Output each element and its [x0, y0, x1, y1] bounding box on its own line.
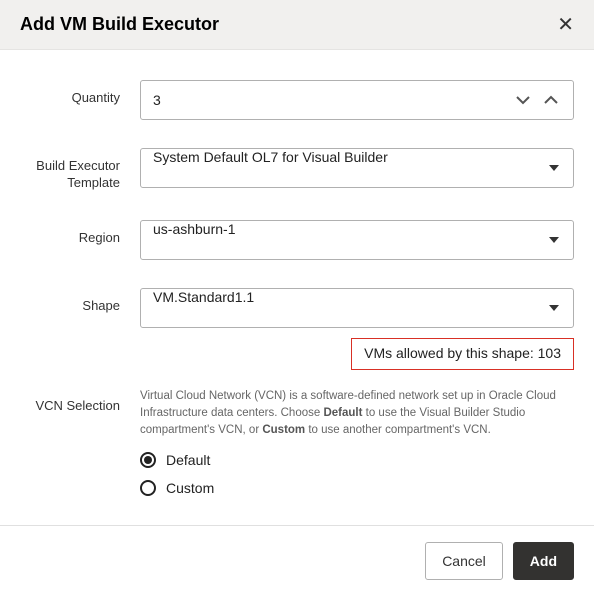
shape-label: Shape	[20, 288, 140, 315]
shape-dropdown[interactable]: VM.Standard1.1	[140, 288, 574, 328]
radio-checked-icon	[140, 452, 156, 468]
region-value: us-ashburn-1	[141, 221, 549, 259]
dialog-body: Quantity Build Executor Template System …	[0, 50, 594, 534]
quantity-label: Quantity	[20, 80, 140, 107]
vcn-radio-group: Default Custom	[140, 452, 574, 496]
close-icon: ✕	[557, 14, 574, 36]
quantity-increase-button[interactable]	[543, 95, 559, 105]
dialog-footer: Cancel Add	[0, 525, 594, 596]
vms-allowed-text: VMs allowed by this shape: 103	[364, 345, 561, 361]
vms-allowed-badge: VMs allowed by this shape: 103	[351, 338, 574, 370]
quantity-row: Quantity	[20, 80, 574, 120]
vcn-description: Virtual Cloud Network (VCN) is a softwar…	[140, 388, 574, 440]
template-dropdown[interactable]: System Default OL7 for Visual Builder	[140, 148, 574, 188]
vcn-option-custom[interactable]: Custom	[140, 480, 574, 496]
template-row: Build Executor Template System Default O…	[20, 148, 574, 192]
region-label: Region	[20, 220, 140, 247]
region-dropdown[interactable]: us-ashburn-1	[140, 220, 574, 260]
caret-down-icon	[549, 165, 573, 171]
cancel-button[interactable]: Cancel	[425, 542, 503, 580]
vcn-option-default[interactable]: Default	[140, 452, 574, 468]
shape-value: VM.Standard1.1	[141, 289, 549, 327]
vcn-row: VCN Selection Virtual Cloud Network (VCN…	[20, 388, 574, 496]
caret-down-icon	[549, 305, 573, 311]
vcn-option-default-label: Default	[166, 452, 210, 468]
vcn-label: VCN Selection	[20, 388, 140, 415]
caret-down-icon	[549, 237, 573, 243]
template-label: Build Executor Template	[20, 148, 140, 192]
quantity-stepper[interactable]	[140, 80, 574, 120]
quantity-decrease-button[interactable]	[515, 95, 531, 105]
vcn-option-custom-label: Custom	[166, 480, 214, 496]
dialog-title: Add VM Build Executor	[20, 14, 219, 35]
dialog-header: Add VM Build Executor ✕	[0, 0, 594, 50]
template-value: System Default OL7 for Visual Builder	[141, 149, 549, 187]
close-button[interactable]: ✕	[557, 15, 574, 35]
region-row: Region us-ashburn-1	[20, 220, 574, 260]
chevron-up-icon	[543, 95, 559, 105]
shape-row: Shape VM.Standard1.1 VMs allowed by this…	[20, 288, 574, 370]
chevron-down-icon	[515, 95, 531, 105]
add-button[interactable]: Add	[513, 542, 574, 580]
quantity-input[interactable]	[141, 81, 515, 119]
radio-unchecked-icon	[140, 480, 156, 496]
